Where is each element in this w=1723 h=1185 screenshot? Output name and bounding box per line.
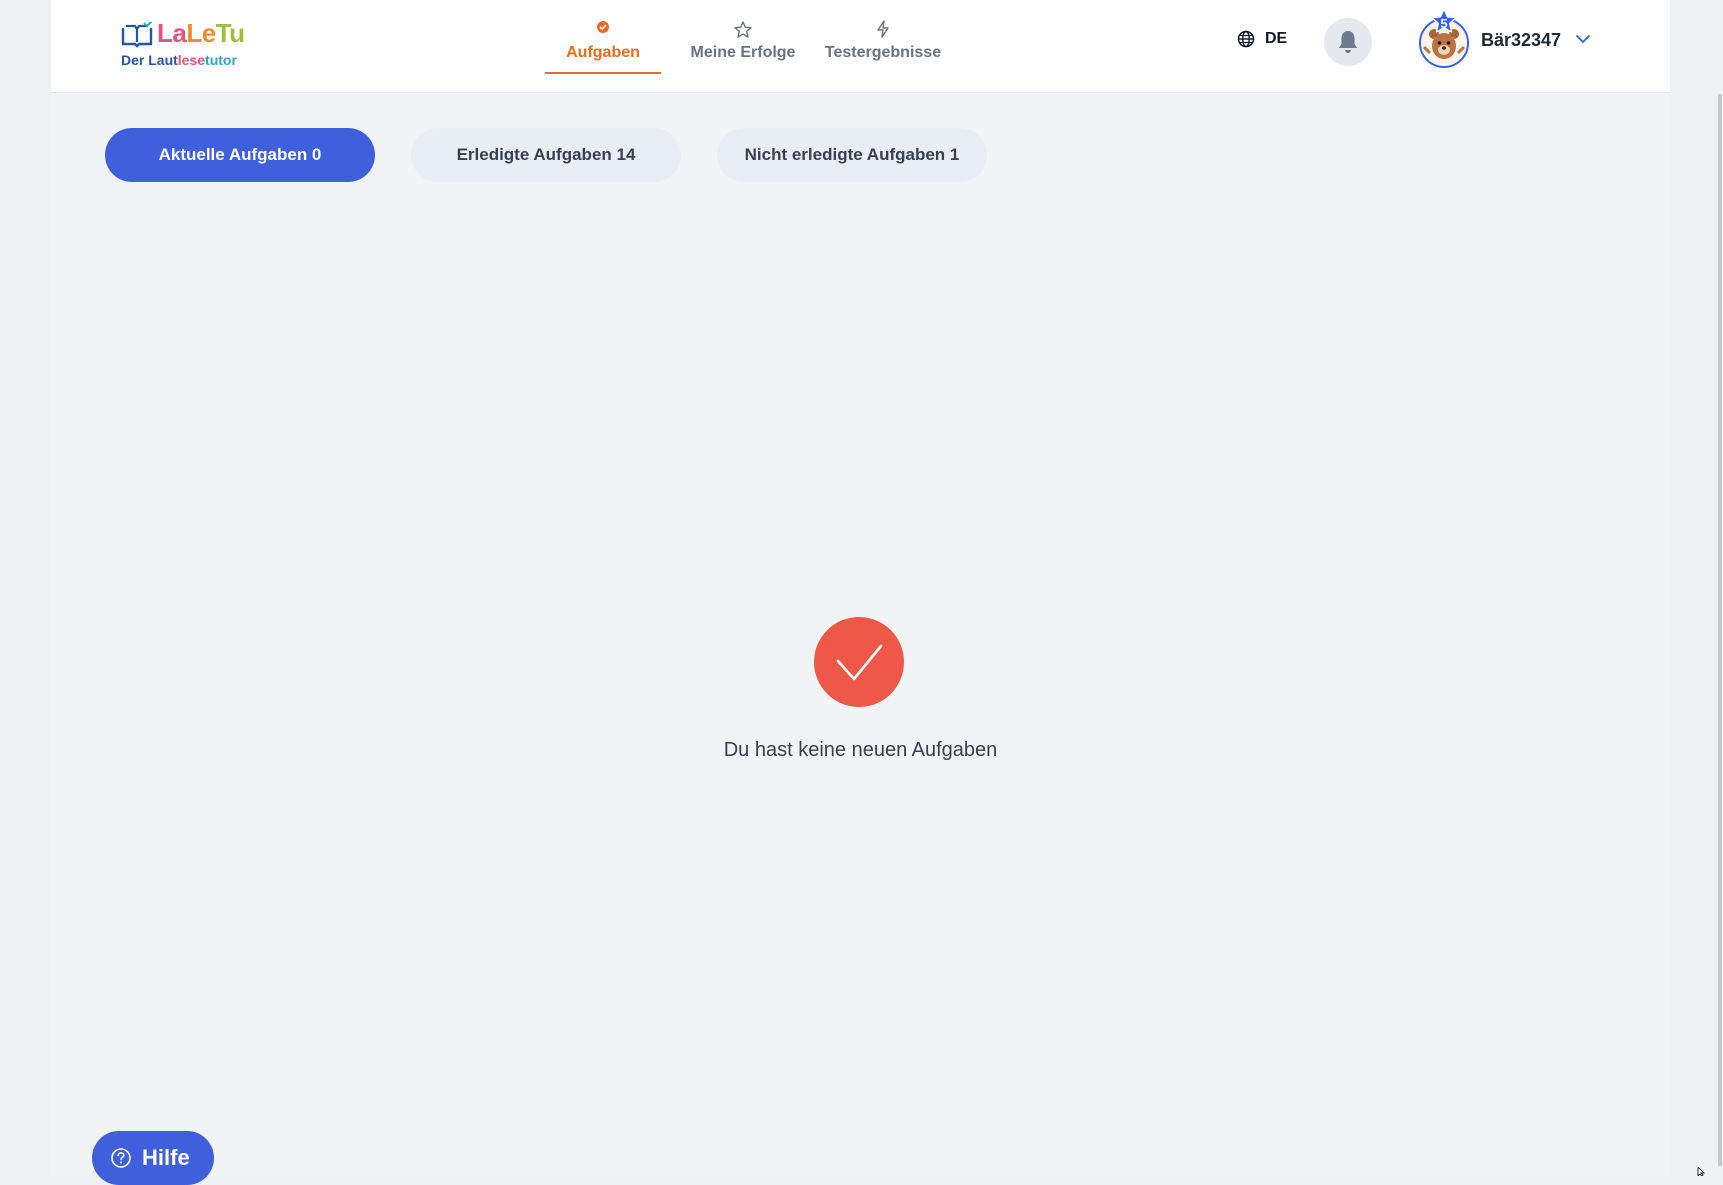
language-switcher[interactable]: DE <box>1237 30 1287 48</box>
notifications-button[interactable] <box>1324 18 1372 66</box>
nav-label: Testergebnisse <box>824 44 942 61</box>
user-avatar[interactable]: 5 <box>1419 8 1469 68</box>
logo-brand: LaLeTu <box>157 18 245 48</box>
star-icon <box>734 21 752 38</box>
empty-state-checkmark-icon <box>814 617 904 707</box>
globe-icon <box>1237 30 1255 48</box>
level-badge: 5 <box>1430 8 1458 41</box>
lightning-icon <box>877 20 889 38</box>
top-header: LaLeTu Der Lautlesetutor Aufgaben Meine … <box>51 0 1670 93</box>
level-number: 5 <box>1440 16 1448 31</box>
username[interactable]: Bär32347 <box>1481 30 1561 51</box>
main-nav: Aufgaben Meine Erfolge Testergebnisse <box>533 0 953 92</box>
chevron-down-icon[interactable] <box>1575 34 1591 44</box>
nav-item-testergebnisse[interactable]: Testergebnisse <box>813 0 953 92</box>
mouse-cursor-icon <box>1697 1167 1705 1176</box>
nav-item-meine-erfolge[interactable]: Meine Erfolge <box>673 0 813 92</box>
tab-nicht-erledigte-aufgaben[interactable]: Nicht erledigte Aufgaben 1 <box>717 128 987 182</box>
help-button[interactable]: Hilfe <box>92 1131 214 1185</box>
nav-label: Meine Erfolge <box>690 44 796 61</box>
checkmark-icon <box>836 644 883 681</box>
help-label: Hilfe <box>142 1145 190 1170</box>
active-tab-underline <box>545 72 661 74</box>
vertical-scrollbar[interactable] <box>1718 94 1722 1166</box>
logo-subtitle: Der Lautlesetutor <box>121 52 237 68</box>
nav-label: Aufgaben <box>566 44 640 61</box>
app-page: LaLeTu Der Lautlesetutor Aufgaben Meine … <box>51 0 1722 1185</box>
bell-icon <box>1339 31 1357 53</box>
question-circle-icon <box>111 1148 131 1168</box>
nav-item-aufgaben[interactable]: Aufgaben <box>533 0 673 92</box>
tab-aktuelle-aufgaben[interactable]: Aktuelle Aufgaben 0 <box>105 128 375 182</box>
book-icon <box>121 22 153 48</box>
empty-state-message: Du hast keine neuen Aufgaben <box>723 739 998 761</box>
tab-erledigte-aufgaben[interactable]: Erledigte Aufgaben 14 <box>411 128 681 182</box>
laletu-logo[interactable]: LaLeTu Der Lautlesetutor <box>121 18 261 74</box>
language-code: DE <box>1265 30 1288 47</box>
task-tabs: Aktuelle Aufgaben 0 Erledigte Aufgaben 1… <box>105 128 987 182</box>
check-circle-icon <box>597 21 609 33</box>
